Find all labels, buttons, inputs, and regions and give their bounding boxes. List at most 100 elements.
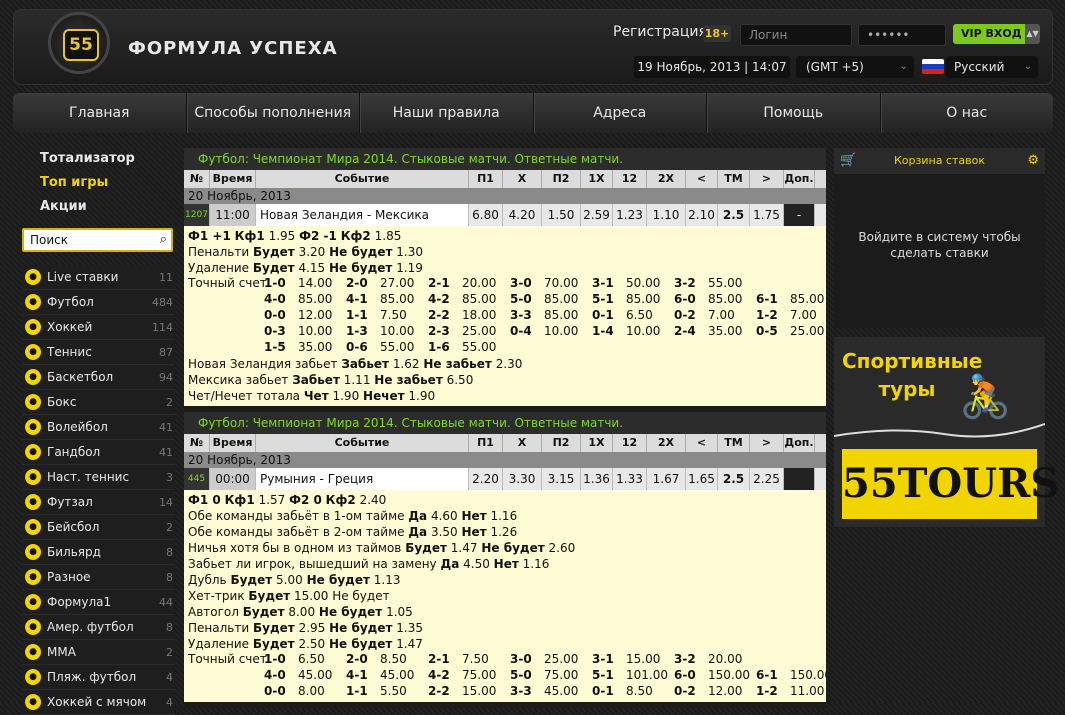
odds-cell[interactable]: 3.30 — [503, 468, 542, 490]
score-odds[interactable]: 10.00 — [298, 324, 332, 338]
vip-dropdown-icon[interactable]: ▲▼ — [1025, 24, 1040, 44]
score-odds[interactable]: 85.00 — [298, 292, 332, 306]
odds-cell[interactable]: 1.75 — [750, 204, 784, 226]
score-odds[interactable]: 150.00 — [790, 668, 826, 682]
sidebar-item-sport[interactable]: ● Live ставки 11 — [22, 265, 175, 290]
score-odds[interactable]: 18.00 — [462, 308, 496, 322]
sidebar-item-sport[interactable]: ● Амер. футбол 8 — [22, 615, 175, 640]
score-odds[interactable]: 20.00 — [708, 652, 742, 666]
sidebar-item-sport[interactable]: ● Разное 8 — [22, 565, 175, 590]
score-odds[interactable]: 55.00 — [462, 340, 496, 354]
extra-markets-button[interactable]: - — [784, 204, 815, 226]
password-input[interactable]: •••••• — [858, 24, 946, 46]
score-odds[interactable]: 55.00 — [708, 276, 742, 290]
odds-cell[interactable]: 2.10 — [686, 204, 718, 226]
score-odds[interactable]: 150.00 — [708, 668, 750, 682]
nav-item-home[interactable]: Главная — [13, 93, 187, 133]
sidebar-item-sport[interactable]: ● Гандбол 41 — [22, 440, 175, 465]
sidebar-item-sport[interactable]: ● Бильярд 8 — [22, 540, 175, 565]
sidebar-item-sport[interactable]: ● Баскетбол 94 — [22, 365, 175, 390]
score-odds[interactable]: 10.00 — [380, 324, 414, 338]
odds-cell[interactable]: 1.33 — [613, 468, 647, 490]
sidebar-item-sport[interactable]: ● MMA 2 — [22, 640, 175, 665]
score-odds[interactable]: 11.00 — [790, 684, 824, 698]
score-odds[interactable]: 7.00 — [790, 308, 817, 322]
sidebar-item-sport[interactable]: ● Хоккей 114 — [22, 315, 175, 340]
section-title[interactable]: Футбол: Чемпионат Мира 2014. Стыковые ма… — [184, 148, 826, 170]
score-odds[interactable]: 75.00 — [462, 668, 496, 682]
login-input[interactable]: Логин — [740, 24, 852, 46]
score-odds[interactable]: 12.00 — [298, 308, 332, 322]
score-odds[interactable]: 85.00 — [544, 308, 578, 322]
score-odds[interactable]: 27.00 — [380, 276, 414, 290]
score-odds[interactable]: 7.50 — [380, 308, 407, 322]
nav-item-help[interactable]: Помощь — [707, 93, 881, 133]
odds-cell[interactable]: 1.67 — [647, 468, 686, 490]
score-odds[interactable]: 85.00 — [462, 292, 496, 306]
score-odds[interactable]: 6.50 — [626, 308, 653, 322]
odds-cell[interactable]: 4.20 — [503, 204, 542, 226]
score-odds[interactable]: 50.00 — [626, 276, 660, 290]
extra-markets-button[interactable] — [784, 468, 815, 490]
odds-cell[interactable]: 1.65 — [686, 468, 718, 490]
sidebar-item-totalizator[interactable]: Тотализатор — [22, 147, 175, 171]
sidebar-item-sport[interactable]: ● Бокс 2 — [22, 390, 175, 415]
section-title[interactable]: Футбол: Чемпионат Мира 2014. Стыковые ма… — [184, 412, 826, 434]
logo[interactable]: 55 — [48, 12, 110, 74]
sidebar-item-sport[interactable]: ● Формула1 44 — [22, 590, 175, 615]
odds-cell[interactable]: 2.59 — [581, 204, 613, 226]
score-odds[interactable]: 25.00 — [790, 324, 824, 338]
sidebar-item-sport[interactable]: ● Пляж. футбол 4 — [22, 665, 175, 690]
score-odds[interactable]: 8.50 — [626, 684, 653, 698]
nav-item-rules[interactable]: Наши правила — [360, 93, 534, 133]
score-odds[interactable]: 85.00 — [380, 292, 414, 306]
sidebar-item-sport[interactable]: ● Теннис 87 — [22, 340, 175, 365]
odds-cell[interactable]: 1.50 — [542, 204, 581, 226]
score-odds[interactable]: 85.00 — [708, 292, 742, 306]
register-link[interactable]: Регистрация — [613, 24, 707, 40]
language-select[interactable]: Русский ⌄ — [946, 56, 1038, 78]
sidebar-item-sport[interactable]: ● Волейбол 41 — [22, 415, 175, 440]
score-odds[interactable]: 45.00 — [544, 684, 578, 698]
score-odds[interactable]: 85.00 — [790, 292, 824, 306]
score-odds[interactable]: 45.00 — [380, 668, 414, 682]
score-odds[interactable]: 25.00 — [544, 652, 578, 666]
odds-cell[interactable]: 1.10 — [647, 204, 686, 226]
match-event[interactable]: Новая Зеландия - Мексика — [256, 204, 469, 226]
score-odds[interactable]: 12.00 — [708, 684, 742, 698]
nav-item-about[interactable]: О нас — [881, 93, 1054, 133]
search-input[interactable]: Поиск ⌕ — [22, 228, 173, 252]
score-odds[interactable]: 35.00 — [298, 340, 332, 354]
sidebar-item-sport[interactable]: ● Футбол 484 — [22, 290, 175, 315]
score-odds[interactable]: 5.50 — [380, 684, 407, 698]
score-odds[interactable]: 85.00 — [626, 292, 660, 306]
score-odds[interactable]: 8.00 — [298, 684, 325, 698]
nav-item-deposit[interactable]: Способы пополнения — [187, 93, 360, 133]
sidebar-item-promotions[interactable]: Акции — [22, 195, 175, 219]
score-odds[interactable]: 10.00 — [544, 324, 578, 338]
sidebar-item-top-games[interactable]: Топ игры — [22, 171, 175, 195]
sidebar-item-sport[interactable]: ● Наст. теннис 3 — [22, 465, 175, 490]
score-odds[interactable]: 20.00 — [462, 276, 496, 290]
odds-cell[interactable]: 1.23 — [613, 204, 647, 226]
sidebar-item-sport[interactable]: ● Футзал 14 — [22, 490, 175, 515]
score-odds[interactable]: 101.00 — [626, 668, 668, 682]
gear-icon[interactable]: ⚙ — [1027, 148, 1039, 174]
score-odds[interactable]: 70.00 — [544, 276, 578, 290]
score-odds[interactable]: 45.00 — [298, 668, 332, 682]
promo-banner[interactable]: Спортивные туры 🚴 55TOURS — [833, 337, 1059, 527]
score-odds[interactable]: 6.50 — [298, 652, 325, 666]
score-odds[interactable]: 35.00 — [708, 324, 742, 338]
search-icon[interactable]: ⌕ — [160, 230, 167, 250]
score-odds[interactable]: 10.00 — [626, 324, 660, 338]
odds-cell[interactable]: 2.25 — [750, 468, 784, 490]
score-odds[interactable]: 14.00 — [298, 276, 332, 290]
sidebar-item-sport[interactable]: ● Бейсбол 2 — [22, 515, 175, 540]
score-odds[interactable]: 8.50 — [380, 652, 407, 666]
score-odds[interactable]: 75.00 — [544, 668, 578, 682]
odds-cell[interactable]: 3.15 — [542, 468, 581, 490]
timezone-select[interactable]: (GMT +5) ⌄ — [796, 56, 914, 78]
odds-cell[interactable]: 1.36 — [581, 468, 613, 490]
score-odds[interactable]: 55.00 — [380, 340, 414, 354]
score-odds[interactable]: 7.50 — [462, 652, 489, 666]
